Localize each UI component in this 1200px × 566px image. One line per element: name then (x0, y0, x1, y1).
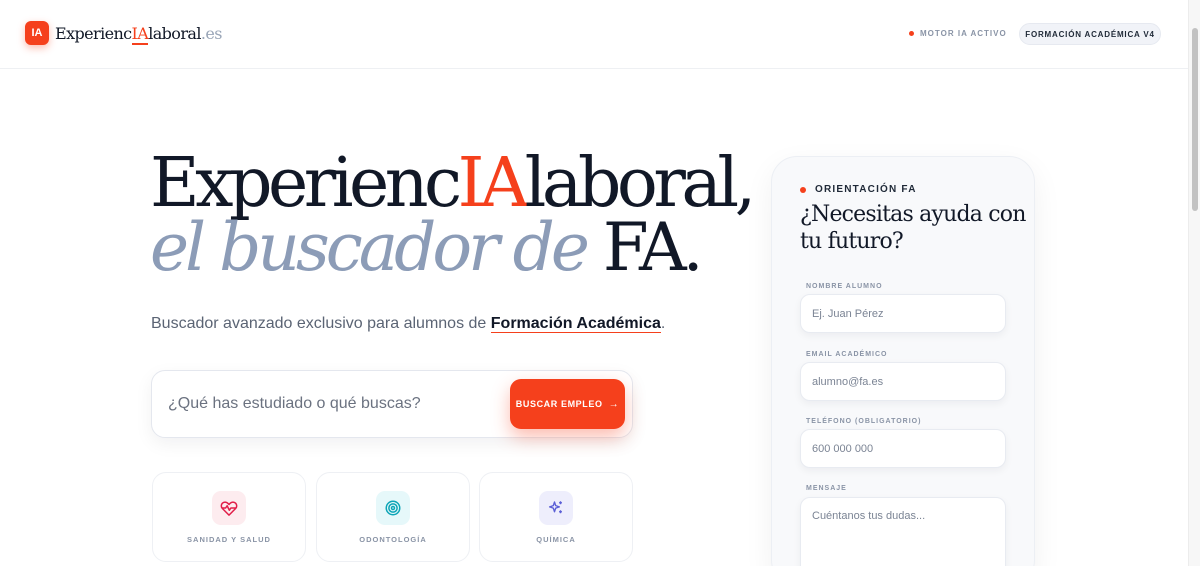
logo-wordmark: ExperiencIAlaboral.es (55, 23, 223, 45)
email-field[interactable] (800, 362, 1006, 401)
ai-status-indicator: MOTOR IA ACTIVO (909, 29, 1007, 38)
job-search-bar: BUSCAR EMPLEO → (151, 370, 633, 438)
arrow-right-icon: → (608, 398, 620, 410)
eyebrow-dot-icon (800, 186, 806, 193)
logo-text-pre: Experienc (55, 23, 132, 43)
message-field[interactable] (800, 497, 1006, 566)
form-eyebrow: ORIENTACIÓN FA (800, 184, 917, 195)
category-card-sanidad[interactable]: SANIDAD Y SALUD (152, 472, 306, 562)
form-eyebrow-label: ORIENTACIÓN FA (815, 184, 917, 195)
tagline-brand: Formación Académica (490, 315, 661, 333)
category-label: QUÍMICA (536, 535, 576, 544)
site-header: IA ExperiencIAlaboral.es MOTOR IA ACTIVO… (0, 0, 1188, 69)
category-label: SANIDAD Y SALUD (187, 535, 271, 544)
search-input[interactable] (168, 371, 498, 437)
version-pill[interactable]: FORMACIÓN ACADÉMICA V4 (1019, 23, 1161, 45)
page-scrollbar[interactable] (1188, 0, 1200, 566)
logo-text-post: laboral (148, 23, 201, 43)
hero-subtitle-strong: FA. (602, 209, 704, 286)
hero-tagline: Buscador avanzado exclusivo para alumnos… (151, 315, 665, 333)
orientation-form-panel: ORIENTACIÓN FA ¿Necesitas ayuda con tu f… (771, 156, 1035, 566)
phone-field[interactable] (800, 429, 1006, 468)
heart-pulse-icon (212, 491, 246, 525)
phone-field-label: TELÉFONO (OBLIGATORIO) (806, 418, 922, 425)
category-label: ODONTOLOGÍA (359, 535, 427, 544)
email-field-label: EMAIL ACADÉMICO (806, 351, 888, 358)
name-field-label: NOMBRE ALUMNO (806, 283, 883, 290)
search-button-label: BUSCAR EMPLEO (515, 399, 603, 409)
logo-badge: IA (25, 21, 49, 45)
category-card-odontologia[interactable]: ODONTOLOGÍA (316, 472, 470, 562)
logo-text-tld: .es (200, 23, 223, 43)
tagline-text: Buscador avanzado exclusivo para alumnos… (151, 315, 487, 332)
scrollbar-thumb[interactable] (1192, 28, 1198, 211)
sparkles-icon (539, 491, 573, 525)
tagline-period: . (660, 315, 666, 332)
search-jobs-button[interactable]: BUSCAR EMPLEO → (510, 379, 625, 429)
logo-text-ia: IA (131, 23, 149, 45)
target-icon (376, 491, 410, 525)
hero-subtitle-italic: el buscador de (150, 209, 590, 286)
form-title: ¿Necesitas ayuda con tu futuro? (800, 202, 1026, 254)
name-field[interactable] (800, 294, 1006, 333)
hero-subtitle: el buscador de FA. (150, 209, 704, 286)
message-field-label: MENSAJE (806, 485, 847, 492)
category-card-quimica[interactable]: QUÍMICA (479, 472, 633, 562)
status-dot-icon (909, 31, 914, 36)
logo[interactable]: IA ExperiencIAlaboral.es (25, 21, 222, 45)
ai-status-label: MOTOR IA ACTIVO (920, 29, 1007, 38)
